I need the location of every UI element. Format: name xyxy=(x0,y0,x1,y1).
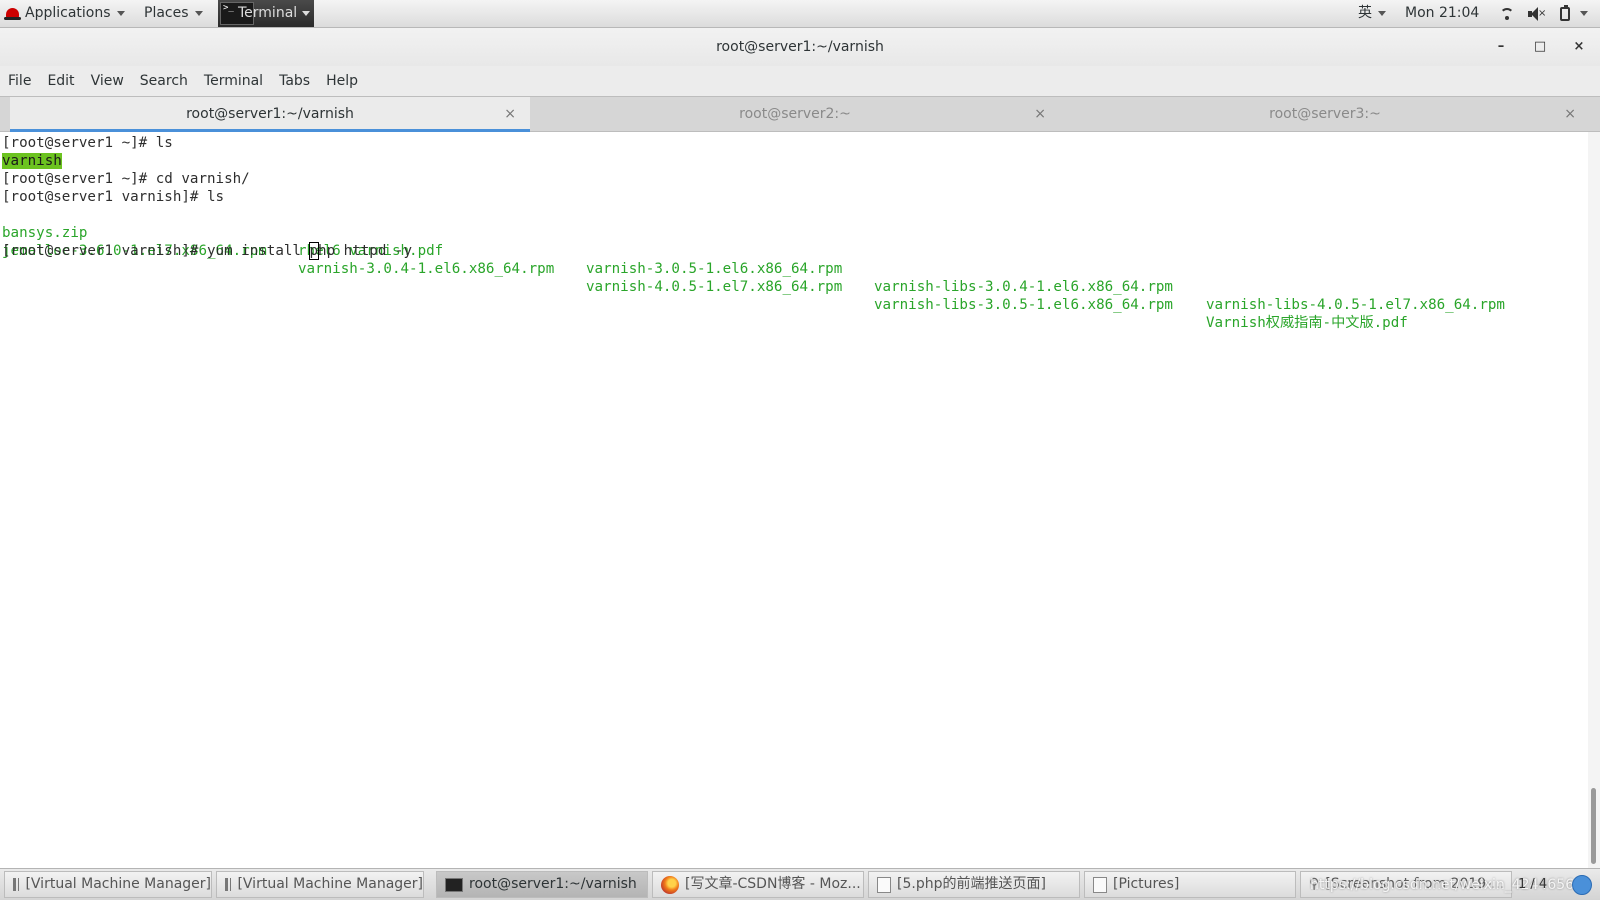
taskbar-item[interactable]: [写文章-CSDN博客 - Moz... xyxy=(652,871,864,898)
file-entry: varnish-4.0.5-1.el7.x86_64.rpm xyxy=(586,279,843,295)
terminal-line: [root@server1 ~]# cd varnish/ xyxy=(2,171,250,187)
taskbar-item[interactable]: root@server1:~/varnish xyxy=(436,871,648,898)
close-tab-icon[interactable]: × xyxy=(504,97,516,131)
taskbar-item-label: [Pictures] xyxy=(1113,876,1180,892)
menu-terminal[interactable]: Terminal xyxy=(196,73,271,89)
menubar: File Edit View Search Terminal Tabs Help xyxy=(0,66,1600,96)
taskbar-item-label: [写文章-CSDN博客 - Moz... xyxy=(685,876,861,892)
taskbar-item-label: [5.php的前端推送页面] xyxy=(897,876,1046,892)
chevron-down-icon xyxy=(302,11,310,16)
places-label: Places xyxy=(144,5,189,21)
vm-icon xyxy=(225,878,232,891)
battery-icon xyxy=(1560,4,1570,21)
terminal-line: jemalloc-3.6.0-1.el7.x86_64.rpm varnish-… xyxy=(0,224,1588,331)
chevron-down-icon xyxy=(1580,11,1588,16)
directory-entry: varnish xyxy=(2,153,62,169)
taskbar-item[interactable]: [Pictures] xyxy=(1084,871,1296,898)
file-entry: varnish-3.0.5-1.el6.x86_64.rpm xyxy=(586,261,843,277)
menu-search[interactable]: Search xyxy=(132,73,196,89)
tab-bar: root@server1:~/varnish × root@server2:~ … xyxy=(0,96,1600,132)
redhat-logo-icon xyxy=(4,8,21,20)
image-viewer-icon xyxy=(1093,876,1107,893)
input-method-indicator[interactable]: 英 xyxy=(1358,0,1386,27)
close-button[interactable]: × xyxy=(1564,28,1594,66)
menu-help[interactable]: Help xyxy=(318,73,366,89)
places-menu[interactable]: Places xyxy=(144,0,203,27)
applications-label: Applications xyxy=(25,5,111,21)
window-titlebar[interactable]: root@server1:~/varnish – □ × xyxy=(0,28,1600,66)
taskbar-item-label: root@server1:~/varnish xyxy=(469,876,637,892)
file-entry: varnish-libs-3.0.5-1.el6.x86_64.rpm xyxy=(874,297,1173,313)
file-entry: varnish-3.0.4-1.el6.x86_64.rpm xyxy=(298,261,555,277)
file-entry: varnish-libs-4.0.5-1.el7.x86_64.rpm xyxy=(1206,297,1505,313)
maximize-button[interactable]: □ xyxy=(1525,28,1555,66)
applications-menu[interactable]: Applications xyxy=(4,0,125,27)
tab-server3[interactable]: root@server3:~ × xyxy=(1060,97,1590,132)
workspace-switcher-icon[interactable] xyxy=(1572,875,1592,895)
close-tab-icon[interactable]: × xyxy=(1564,97,1576,131)
system-status-menu[interactable]: × xyxy=(1500,0,1588,27)
tab-server1[interactable]: root@server1:~/varnish × xyxy=(10,97,530,132)
terminal-scrollbar[interactable] xyxy=(1588,132,1600,868)
firefox-icon xyxy=(661,875,679,894)
clock[interactable]: Mon 21:04 xyxy=(1405,0,1479,27)
taskbar-item[interactable]: [Virtual Machine Manager] xyxy=(216,871,424,898)
tab-label: root@server2:~ xyxy=(739,106,851,122)
terminal-output[interactable]: [root@server1 ~]# ls varnish [root@serve… xyxy=(0,132,1588,868)
terminal-icon xyxy=(445,877,463,892)
terminal-app-menu[interactable]: >_ Terminal xyxy=(218,0,314,27)
command-text: hp httpd -y xyxy=(318,243,413,259)
command-text: [root@server1 varnish]# yum install xyxy=(2,243,310,259)
terminal-line: bansys.zip rhel6 varnish.pdf varnish-3.0… xyxy=(0,206,1588,313)
tab-server2[interactable]: root@server2:~ × xyxy=(530,97,1060,132)
taskbar-item-label: [Virtual Machine Manager] xyxy=(237,876,423,892)
input-method-label: 英 xyxy=(1358,5,1372,21)
image-viewer-icon xyxy=(877,876,891,893)
chevron-down-icon xyxy=(1378,11,1386,16)
chevron-down-icon xyxy=(116,11,125,16)
bottom-taskbar: [Virtual Machine Manager] [Virtual Machi… xyxy=(0,868,1600,900)
terminal-line: [root@server1 ~]# ls xyxy=(2,135,173,151)
menu-view[interactable]: View xyxy=(83,73,132,89)
top-panel: Applications Places >_ Terminal 英 Mon 21… xyxy=(0,0,1600,28)
menu-file[interactable]: File xyxy=(0,73,39,89)
taskbar-item[interactable]: [Virtual Machine Manager] xyxy=(4,871,212,898)
workspace-indicator[interactable]: 1 / 4 xyxy=(1518,871,1547,898)
minimize-button[interactable]: – xyxy=(1486,28,1516,66)
text-cursor: p xyxy=(308,242,319,260)
terminal-app-label: Terminal xyxy=(238,5,298,21)
file-entry: varnish-libs-3.0.4-1.el6.x86_64.rpm xyxy=(874,279,1173,295)
menu-edit[interactable]: Edit xyxy=(39,73,82,89)
scrollbar-thumb[interactable] xyxy=(1591,788,1596,864)
clock-label: Mon 21:04 xyxy=(1405,5,1480,21)
tab-label: root@server1:~/varnish xyxy=(186,106,354,122)
close-tab-icon[interactable]: × xyxy=(1034,97,1046,131)
taskbar-item-label: [Virtual Machine Manager] xyxy=(25,876,211,892)
wifi-icon xyxy=(1500,7,1514,20)
terminal-command-line: [root@server1 varnish]# yum install php … xyxy=(2,242,412,260)
terminal-line: [root@server1 varnish]# ls xyxy=(2,189,225,205)
tab-label: root@server3:~ xyxy=(1269,106,1381,122)
menu-tabs[interactable]: Tabs xyxy=(271,73,318,89)
window-title: root@server1:~/varnish xyxy=(716,39,884,55)
taskbar-item[interactable]: [5.php的前端推送页面] xyxy=(868,871,1080,898)
terminal-line: varnish xyxy=(2,152,62,170)
file-entry: Varnish权威指南-中文版.pdf xyxy=(1206,315,1408,331)
volume-muted-icon: × xyxy=(1528,6,1546,21)
chevron-down-icon xyxy=(194,11,203,16)
vm-icon xyxy=(13,878,20,891)
